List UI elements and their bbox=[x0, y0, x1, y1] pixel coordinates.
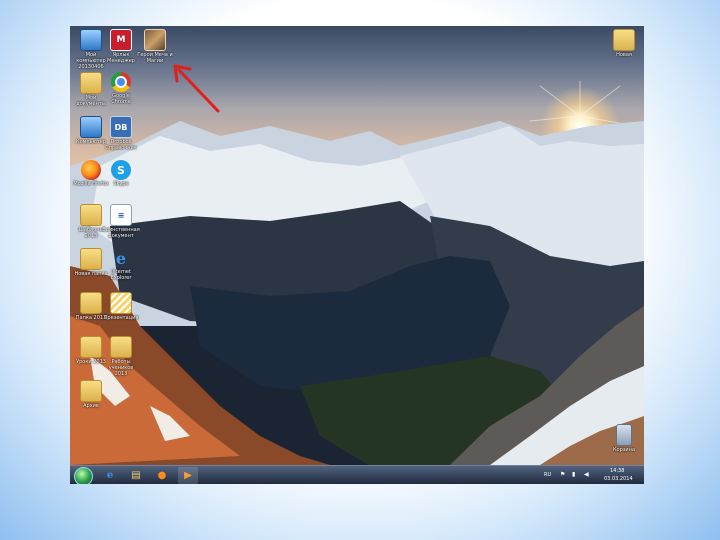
slide: Мой компьютер 20130406 M Ярлык Менеджер … bbox=[0, 0, 720, 540]
red-pointer-arrow bbox=[173, 64, 220, 113]
